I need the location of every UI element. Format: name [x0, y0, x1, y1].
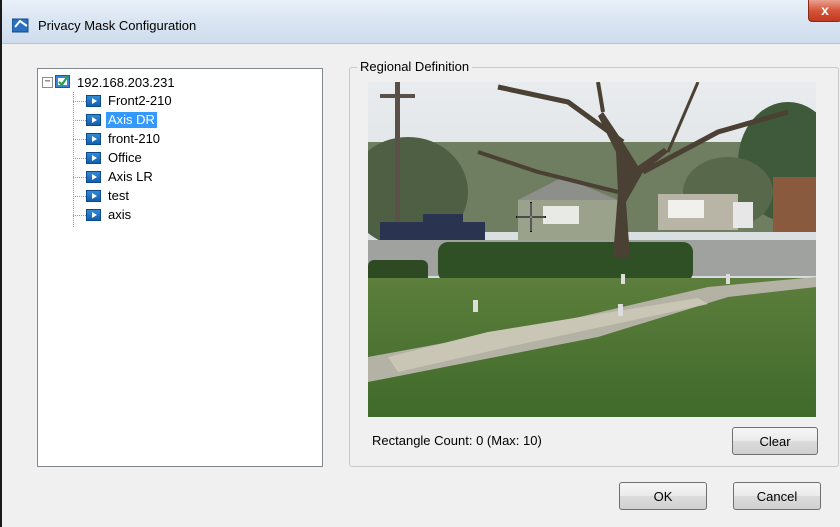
regional-definition-legend: Regional Definition — [357, 59, 473, 74]
close-button[interactable]: x — [808, 0, 840, 22]
device-tree[interactable]: − 192.168.203.231 Front2-210 Axis DR front… — [37, 68, 323, 467]
tree-item[interactable]: axis — [73, 206, 133, 224]
network-check-icon[interactable] — [55, 74, 71, 90]
ok-button[interactable]: OK — [619, 482, 707, 510]
window-title: Privacy Mask Configuration — [38, 18, 197, 33]
camera-preview[interactable] — [368, 82, 816, 417]
tree-connector — [73, 214, 86, 216]
tree-connector — [73, 157, 86, 159]
tree-item-label: axis — [108, 207, 132, 222]
camera-icon — [86, 114, 101, 126]
tree-connector — [73, 100, 86, 102]
title-bar[interactable]: Privacy Mask Configuration x — [2, 0, 840, 44]
tree-item-label: Front2-210 — [108, 93, 172, 108]
camera-icon — [86, 95, 101, 107]
camera-scene-image — [368, 82, 816, 417]
tree-item-label: Axis LR — [108, 169, 153, 184]
cancel-button[interactable]: Cancel — [733, 482, 821, 510]
tree-item[interactable]: Axis DR — [73, 111, 157, 129]
tree-item-label: test — [108, 188, 129, 203]
camera-icon — [86, 209, 101, 221]
tree-item-label: Axis DR — [106, 112, 157, 128]
tree-root-label: 192.168.203.231 — [77, 74, 175, 90]
camera-icon — [86, 171, 101, 183]
tree-connector — [73, 176, 86, 178]
tree-connector — [73, 195, 86, 197]
dialog-window: Privacy Mask Configuration x − 192.168.2… — [0, 0, 840, 527]
app-icon — [12, 18, 29, 33]
tree-item[interactable]: front-210 — [73, 130, 162, 148]
tree-item[interactable]: test — [73, 187, 131, 205]
camera-icon — [86, 152, 101, 164]
tree-item[interactable]: Front2-210 — [73, 92, 174, 110]
tree-connector — [73, 138, 86, 140]
tree-item-label: Office — [108, 150, 142, 165]
tree-item-label: front-210 — [108, 131, 161, 146]
tree-item[interactable]: Office — [73, 149, 144, 167]
tree-root-node[interactable]: − 192.168.203.231 — [42, 73, 175, 91]
collapse-icon[interactable]: − — [42, 76, 53, 88]
rectangle-count-label: Rectangle Count: 0 (Max: 10) — [372, 433, 542, 448]
clear-button[interactable]: Clear — [732, 427, 818, 455]
camera-icon — [86, 133, 101, 145]
tree-item[interactable]: Axis LR — [73, 168, 155, 186]
camera-icon — [86, 190, 101, 202]
close-icon: x — [821, 2, 829, 18]
tree-connector — [73, 119, 86, 121]
